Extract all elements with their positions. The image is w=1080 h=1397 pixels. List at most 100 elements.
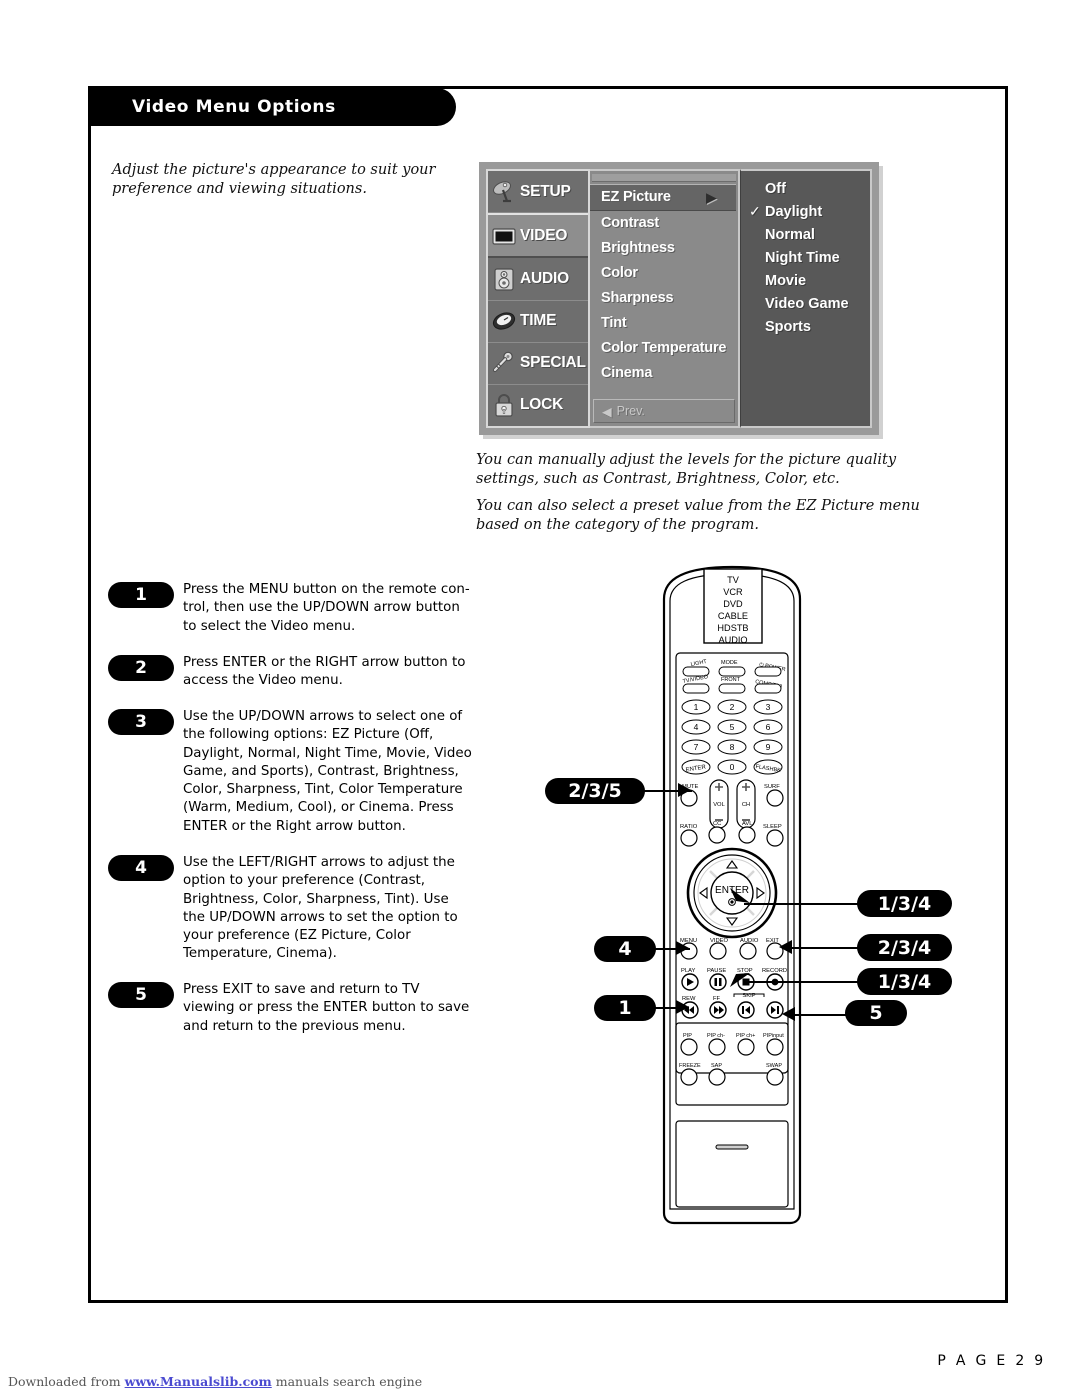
svg-text:RECORD: RECORD	[762, 968, 787, 974]
download-suffix: manuals search engine	[271, 1374, 423, 1389]
osd-option-movie[interactable]: Movie	[741, 269, 870, 292]
step-text-2: Press ENTER or the RIGHT arrow button to…	[183, 655, 466, 689]
arrow-head-up-arrow	[730, 888, 750, 903]
svg-text:CABLE: CABLE	[718, 611, 748, 621]
arrow-head-menu-button	[676, 1000, 689, 1014]
osd-item-label: Cinema	[601, 365, 653, 381]
osd-item-label: Color	[601, 265, 638, 281]
osd-item-color[interactable]: Color	[590, 261, 738, 286]
svg-text:PIP ch-: PIP ch-	[707, 1033, 725, 1039]
svg-text:PLAY: PLAY	[681, 968, 696, 974]
osd-nav-time[interactable]: TIME	[488, 301, 588, 343]
svg-text:SAP: SAP	[711, 1063, 722, 1069]
arrow-head-exit-button	[782, 1007, 795, 1021]
svg-text:SLEEP: SLEEP	[763, 824, 782, 830]
step-badge-3: 3	[108, 709, 174, 735]
step-badge-4: 4	[108, 855, 174, 881]
svg-text:CH: CH	[742, 802, 750, 808]
osd-item-ez-picture[interactable]: EZ Picture ▶	[590, 184, 736, 211]
step-text-4: Use the LEFT/RIGHT arrows to adjust the …	[183, 855, 458, 962]
osd-nav-label: SETUP	[520, 182, 571, 200]
svg-text:AVL: AVL	[742, 821, 753, 827]
osd-option-label: Normal	[765, 226, 815, 243]
osd-item-sharpness[interactable]: Sharpness	[590, 286, 738, 311]
arrow-head-left-arrow	[676, 941, 689, 955]
callout-menu-button: 1	[594, 995, 656, 1021]
osd-item-label: Tint	[601, 315, 627, 331]
osd-nav-setup[interactable]: SETUP	[488, 171, 588, 214]
osd-item-contrast[interactable]: Contrast	[590, 211, 738, 236]
svg-text:3: 3	[766, 702, 771, 712]
osd-nav-lock[interactable]: LOCK	[488, 385, 588, 426]
osd-item-brightness[interactable]: Brightness	[590, 236, 738, 261]
svg-text:4: 4	[694, 722, 699, 732]
svg-text:5: 5	[730, 722, 735, 732]
svg-text:8: 8	[730, 742, 735, 752]
callout-up-arrow: 1/3/4	[857, 890, 952, 917]
callout-exit-button: 5	[845, 1000, 907, 1026]
osd-nav-label: AUDIO	[520, 269, 569, 287]
osd-option-night-time[interactable]: Night Time	[741, 246, 870, 269]
speaker-icon	[491, 266, 517, 292]
osd-option-label: Daylight	[765, 203, 823, 220]
leader-line-exit-button	[793, 1014, 853, 1016]
osd-list-scroll-bar	[592, 174, 736, 182]
leader-line-right-arrow	[790, 947, 862, 949]
step-text-1: Press the MENU button on the remote con-…	[183, 582, 470, 634]
svg-text:AUDIO: AUDIO	[718, 635, 747, 645]
osd-option-normal[interactable]: Normal	[741, 223, 870, 246]
svg-text:RATIO: RATIO	[680, 824, 698, 830]
osd-item-label: Brightness	[601, 240, 675, 256]
osd-item-label: Color Temperature	[601, 340, 727, 356]
svg-text:TV: TV	[727, 575, 740, 585]
intro-paragraph: Adjust the picture's appearance to suit …	[112, 162, 436, 197]
svg-text:1: 1	[694, 702, 699, 712]
download-attribution-bar: Downloaded from www.Manualslib.com manua…	[8, 1374, 422, 1389]
osd-option-sports[interactable]: Sports	[741, 315, 870, 338]
page-title: Video Menu Options	[132, 97, 336, 117]
svg-text:SURF: SURF	[764, 784, 780, 790]
svg-text:MODE: MODE	[721, 660, 738, 666]
step-badge-1: 1	[108, 582, 174, 608]
svg-text:CC: CC	[713, 821, 721, 827]
svg-text:PIPinput: PIPinput	[763, 1033, 784, 1039]
osd-nav-special[interactable]: SPECIAL	[488, 343, 588, 385]
osd-option-off[interactable]: Off	[741, 177, 870, 200]
osd-nav-label: VIDEO	[520, 226, 568, 244]
arrow-head-enter-key	[678, 783, 691, 797]
osd-option-label: Night Time	[765, 249, 840, 266]
osd-nav-video[interactable]: VIDEO	[488, 213, 588, 259]
osd-option-daylight[interactable]: ✓ Daylight	[741, 200, 870, 223]
osd-nav-audio[interactable]: AUDIO	[488, 258, 588, 301]
satellite-dish-icon	[491, 179, 517, 205]
step-text-5: Press EXIT to save and return to TV view…	[183, 982, 470, 1034]
osd-prev-button[interactable]: ◀ Prev.	[593, 399, 735, 423]
leader-line-up-arrow	[744, 903, 862, 905]
tv-osd-menu: SETUP VIDEO AUDIO TIME SPECIAL LOCK EZ P…	[479, 162, 879, 435]
osd-item-label: Sharpness	[601, 290, 674, 306]
svg-text:6: 6	[766, 722, 771, 732]
osd-video-settings-list: EZ Picture ▶ Contrast Brightness Color S…	[590, 169, 740, 428]
chevron-right-icon: ▶	[706, 190, 716, 205]
callout-enter-key: 2/3/5	[545, 778, 645, 804]
svg-text:FREEZE: FREEZE	[679, 1063, 701, 1069]
svg-text:VCR: VCR	[723, 587, 743, 597]
callout-down-arrow: 1/3/4	[857, 968, 952, 995]
osd-item-tint[interactable]: Tint	[590, 311, 738, 336]
svg-text:SWAP: SWAP	[766, 1063, 782, 1069]
svg-text:PIP: PIP	[683, 1033, 692, 1039]
section-header-banner: Video Menu Options	[88, 88, 456, 126]
svg-text:2: 2	[730, 702, 735, 712]
page-number: P A G E 2 9	[937, 1353, 1046, 1369]
osd-nav-label: TIME	[520, 312, 557, 330]
osd-item-cinema[interactable]: Cinema	[590, 361, 738, 386]
description-paragraph-1: You can manually adjust the levels for t…	[476, 452, 897, 487]
osd-category-nav: SETUP VIDEO AUDIO TIME SPECIAL LOCK	[486, 169, 590, 428]
manualslib-link[interactable]: www.Manualslib.com	[125, 1374, 272, 1389]
osd-item-color-temperature[interactable]: Color Temperature	[590, 336, 738, 361]
step-text-3: Use the UP/DOWN arrows to select one of …	[183, 709, 472, 834]
svg-text:VOL: VOL	[713, 802, 725, 808]
osd-option-label: Off	[765, 180, 786, 197]
osd-nav-label: LOCK	[520, 396, 564, 414]
osd-option-video-game[interactable]: Video Game	[741, 292, 870, 315]
